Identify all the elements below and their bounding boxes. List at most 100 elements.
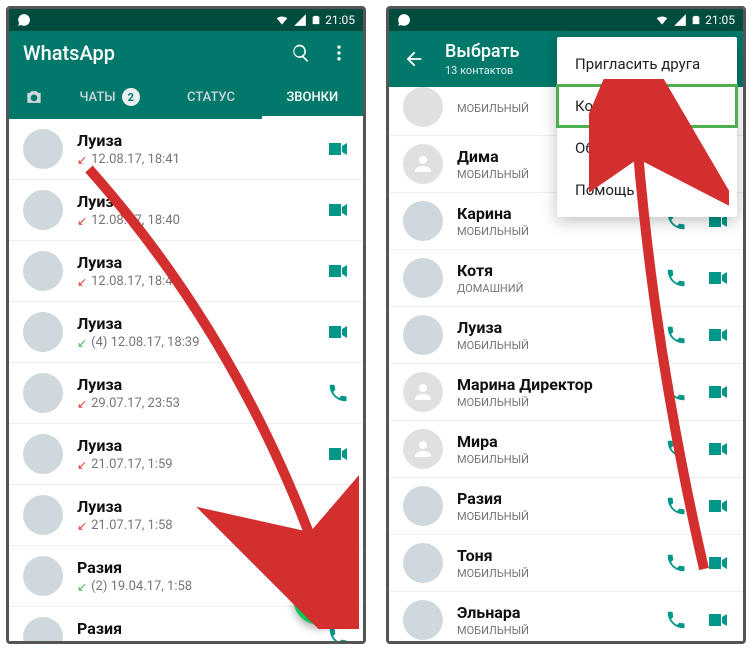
avatar[interactable]: [23, 434, 63, 474]
tab-chats[interactable]: ЧАТЫ 2: [59, 75, 160, 119]
contact-name: Котя: [457, 261, 665, 280]
call-name: Луиза: [77, 375, 327, 394]
video-call-icon[interactable]: [705, 551, 729, 575]
call-row[interactable]: Луиза ↙ 21.07.17, 1:59: [9, 424, 363, 485]
voice-call-icon[interactable]: [665, 267, 687, 289]
search-icon[interactable]: [291, 43, 311, 63]
avatar[interactable]: [403, 201, 443, 241]
new-call-fab[interactable]: [293, 571, 347, 625]
contact-row[interactable]: Мира МОБИЛЬНЫЙ: [389, 421, 743, 478]
avatar[interactable]: [23, 312, 63, 352]
avatar[interactable]: [23, 190, 63, 230]
voice-call-icon[interactable]: [665, 324, 687, 346]
phone-right: 21:05 Выбрать 13 контактов МОБИЛЬНЫЙ Дим…: [386, 6, 746, 644]
call-row[interactable]: Луиза ↙ 12.08.17, 18:40: [9, 180, 363, 241]
avatar[interactable]: [403, 144, 443, 184]
call-meta: ↙ 29.07.17, 23:53: [77, 396, 327, 411]
avatar[interactable]: [403, 87, 443, 127]
status-time: 21:05: [705, 13, 735, 27]
contact-name: Эльнара: [457, 603, 665, 622]
voice-call-icon[interactable]: [665, 609, 687, 631]
avatar[interactable]: [403, 543, 443, 583]
avatar[interactable]: [23, 495, 63, 535]
video-call-icon[interactable]: [705, 608, 729, 632]
avatar[interactable]: [403, 486, 443, 526]
wifi-icon: [655, 13, 669, 27]
call-row[interactable]: Луиза ↙ (4) 12.08.17, 18:39: [9, 302, 363, 363]
video-call-icon[interactable]: [325, 198, 349, 222]
video-call-icon[interactable]: [325, 320, 349, 344]
status-bar: 21:05: [389, 9, 743, 31]
back-icon[interactable]: [403, 48, 425, 70]
contact-meta: МОБИЛЬНЫЙ: [457, 339, 665, 352]
video-call-icon[interactable]: [325, 259, 349, 283]
call-name: Луиза: [77, 192, 325, 211]
contact-row[interactable]: Разия МОБИЛЬНЫЙ: [389, 478, 743, 535]
avatar[interactable]: [403, 315, 443, 355]
avatar[interactable]: [23, 617, 63, 641]
call-meta: ↙ 12.08.17, 18:40: [77, 274, 325, 289]
contact-row[interactable]: Луиза МОБИЛЬНЫЙ: [389, 307, 743, 364]
contact-row[interactable]: Марина Директор МОБИЛЬНЫЙ: [389, 364, 743, 421]
menu-item[interactable]: Пригласить друга: [557, 43, 737, 85]
phone-left: 21:05 WhatsApp ЧАТЫ 2 СТАТУС ЗВОНКИ Луиз…: [6, 6, 366, 644]
video-call-icon[interactable]: [705, 494, 729, 518]
call-meta: ↙ 12.08.17, 18:40: [77, 213, 325, 228]
tab-calls[interactable]: ЗВОНКИ: [262, 75, 363, 119]
voice-call-icon[interactable]: [665, 438, 687, 460]
whatsapp-icon: [397, 13, 411, 27]
avatar[interactable]: [23, 129, 63, 169]
call-meta: ↙ (4) 12.08.17, 18:39: [77, 335, 325, 350]
status-time: 21:05: [325, 13, 355, 27]
contact-row[interactable]: Котя ДОМАШНИЙ: [389, 250, 743, 307]
call-row[interactable]: Луиза ↙ 12.08.17, 18:41: [9, 119, 363, 180]
avatar[interactable]: [23, 373, 63, 413]
contact-name: Мира: [457, 432, 665, 451]
call-row[interactable]: Луиза ↙ 21.07.17, 1:58: [9, 485, 363, 546]
video-call-icon[interactable]: [325, 137, 349, 161]
menu-item[interactable]: Помощь: [557, 169, 737, 211]
contact-row[interactable]: Тоня МОБИЛЬНЫЙ: [389, 535, 743, 592]
call-meta: ↙ 19.04.17, 1:26: [77, 640, 327, 641]
voice-call-icon[interactable]: [665, 381, 687, 403]
signal-icon: [673, 13, 687, 27]
contact-name: Луиза: [457, 318, 665, 337]
contact-meta: МОБИЛЬНЫЙ: [457, 510, 665, 523]
call-row[interactable]: Луиза ↙ 29.07.17, 23:53: [9, 363, 363, 424]
video-call-icon[interactable]: [325, 442, 349, 466]
contact-row[interactable]: Эльнара МОБИЛЬНЫЙ: [389, 592, 743, 641]
avatar[interactable]: [403, 372, 443, 412]
contact-name: Марина Директор: [457, 375, 665, 394]
video-call-icon[interactable]: [325, 503, 349, 527]
wifi-icon: [275, 13, 289, 27]
voice-call-icon[interactable]: [327, 382, 349, 404]
calls-list[interactable]: Луиза ↙ 12.08.17, 18:41 Луиза ↙ 12.08.17…: [9, 119, 363, 641]
app-title: WhatsApp: [23, 41, 291, 65]
menu-item[interactable]: Обновить: [557, 127, 737, 169]
voice-call-icon[interactable]: [665, 552, 687, 574]
contact-meta: МОБИЛЬНЫЙ: [457, 453, 665, 466]
video-call-icon[interactable]: [705, 380, 729, 404]
battery-icon: [691, 13, 701, 27]
voice-call-icon[interactable]: [327, 626, 349, 641]
call-meta: ↙ (2) 19.04.17, 1:58: [77, 579, 327, 594]
voice-call-icon[interactable]: [665, 495, 687, 517]
call-row[interactable]: Луиза ↙ 12.08.17, 18:40: [9, 241, 363, 302]
call-name: Луиза: [77, 436, 325, 455]
avatar[interactable]: [23, 556, 63, 596]
video-call-icon[interactable]: [705, 437, 729, 461]
call-name: Луиза: [77, 253, 325, 272]
menu-item[interactable]: Контакты: [557, 85, 737, 127]
more-icon[interactable]: [329, 43, 349, 63]
video-call-icon[interactable]: [705, 323, 729, 347]
app-header: WhatsApp: [9, 31, 363, 75]
tab-status[interactable]: СТАТУС: [160, 75, 261, 119]
avatar[interactable]: [23, 251, 63, 291]
contact-meta: МОБИЛЬНЫЙ: [457, 567, 665, 580]
tab-camera[interactable]: [9, 75, 59, 119]
avatar[interactable]: [403, 600, 443, 640]
avatar[interactable]: [403, 258, 443, 298]
avatar[interactable]: [403, 429, 443, 469]
contact-meta: МОБИЛЬНЫЙ: [457, 624, 665, 637]
video-call-icon[interactable]: [705, 266, 729, 290]
